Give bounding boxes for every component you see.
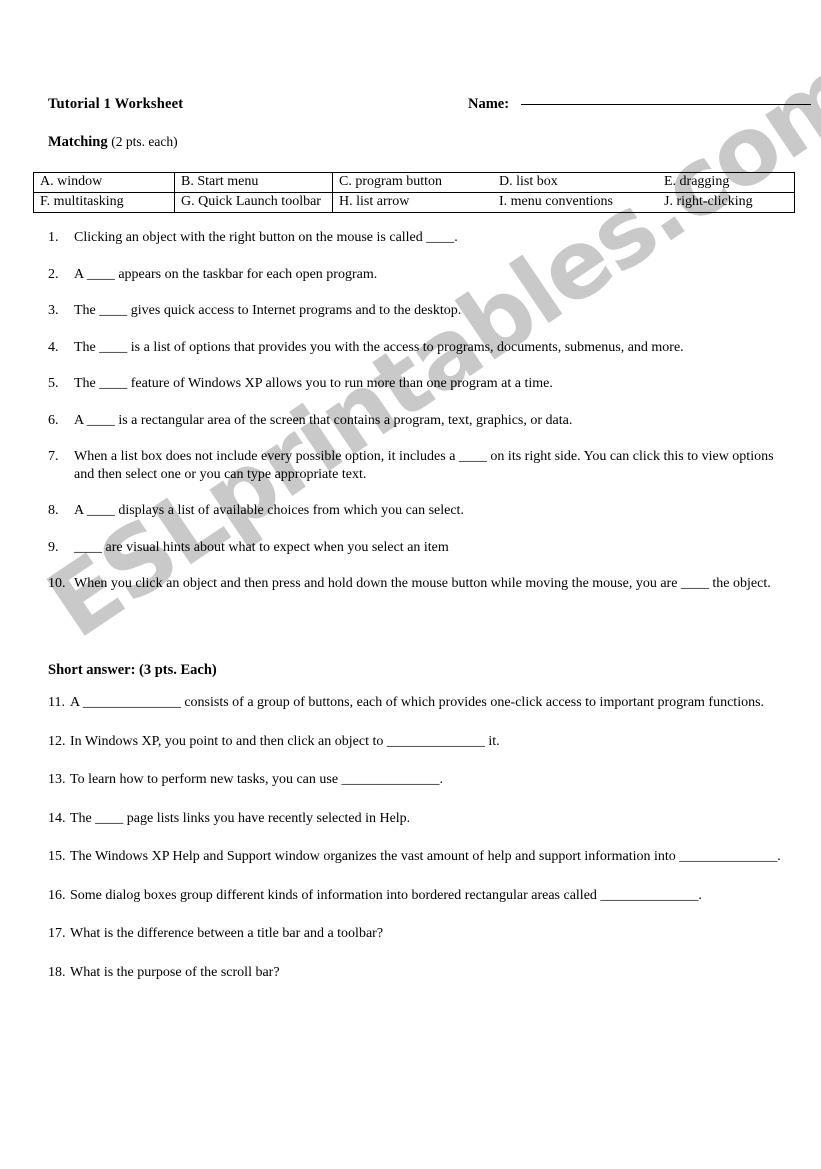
- short-answer-section-heading: Short answer: (3 pts. Each): [48, 662, 217, 678]
- name-label: Name:: [468, 96, 510, 112]
- short-answer-question-number: 18.: [48, 964, 66, 980]
- list-item: 6. A ____ is a rectangular area of the sc…: [48, 412, 788, 430]
- name-input-rule[interactable]: [521, 103, 812, 105]
- word-bank-cell-f: F. multitasking: [33, 192, 175, 213]
- matching-question-text: ____ are visual hints about what to expe…: [74, 539, 449, 555]
- list-item: 4. The ____ is a list of options that pro…: [48, 339, 788, 357]
- matching-question-number: 2.: [48, 266, 59, 282]
- word-bank-cell-a: A. window: [33, 172, 175, 193]
- list-item: 11. A ______________ consists of a group …: [48, 694, 788, 712]
- matching-question-text: The ____ feature of Windows XP allows yo…: [74, 376, 553, 391]
- short-answer-question-number: 13.: [48, 772, 66, 787]
- short-answer-question-text: Some dialog boxes group different kinds …: [70, 887, 702, 903]
- list-item: 3. The ____ gives quick access to Interne…: [48, 302, 788, 320]
- matching-section-heading: Matching (2 pts. each): [48, 134, 178, 151]
- matching-question-text: The ____ gives quick access to Internet …: [74, 303, 462, 318]
- short-answer-question-number: 11.: [48, 695, 65, 710]
- word-bank-group-row1: C. program button D. list box E. draggin…: [339, 174, 788, 191]
- word-bank-cell-i: I. menu conventions: [499, 194, 613, 209]
- list-item: 9. ____ are visual hints about what to ex…: [48, 539, 788, 557]
- matching-question-text: When you click an object and then press …: [74, 576, 771, 591]
- matching-question-number: 7.: [48, 449, 59, 464]
- word-bank-cell-e: E. dragging: [664, 174, 730, 189]
- matching-question-text: A ____ displays a list of available choi…: [74, 503, 464, 518]
- short-answer-question-text: A ______________ consists of a group of …: [70, 695, 765, 710]
- table-row: A. window B. Start menu C. program butto…: [33, 172, 795, 193]
- word-bank-cell-hij: H. list arrow I. menu conventions J. rig…: [332, 192, 795, 213]
- word-bank-cell-g: G. Quick Launch toolbar: [174, 192, 333, 213]
- list-item: 18. What is the purpose of the scroll bar…: [48, 964, 788, 982]
- word-bank-cell-h: H. list arrow: [339, 194, 410, 209]
- worksheet-page: ESLprintables.com Tutorial 1 Worksheet N…: [0, 0, 821, 1169]
- matching-question-text: The ____ is a list of options that provi…: [74, 339, 684, 355]
- matching-question-number: 8.: [48, 503, 59, 518]
- short-answer-question-text: What is the difference between a title b…: [70, 926, 384, 941]
- list-item: 10. When you click an object and then pre…: [48, 575, 788, 593]
- list-item: 5. The ____ feature of Windows XP allows …: [48, 375, 788, 393]
- word-bank-cell-b: B. Start menu: [174, 172, 333, 193]
- short-answer-question-number: 17.: [48, 926, 66, 941]
- short-answer-question-number: 16.: [48, 887, 66, 903]
- short-answer-question-number: 12.: [48, 733, 66, 749]
- word-bank-cell-cde: C. program button D. list box E. draggin…: [332, 172, 795, 193]
- short-answer-question-text: To learn how to perform new tasks, you c…: [70, 772, 444, 787]
- matching-question-number: 1.: [48, 230, 59, 245]
- table-row: F. multitasking G. Quick Launch toolbar …: [33, 192, 795, 213]
- word-bank-cell-c: C. program button: [339, 174, 443, 189]
- word-bank-cell-d: D. list box: [499, 174, 558, 189]
- list-item: 7. When a list box does not include every…: [48, 448, 788, 483]
- matching-question-text: A ____ appears on the taskbar for each o…: [74, 266, 378, 282]
- short-answer-question-list: 11. A ______________ consists of a group …: [48, 694, 788, 1002]
- word-bank-cell-j: J. right-clicking: [664, 194, 753, 209]
- short-answer-question-text: In Windows XP, you point to and then cli…: [70, 733, 500, 749]
- matching-heading-label: Matching: [48, 134, 108, 150]
- word-bank-table: A. window B. Start menu C. program butto…: [33, 172, 795, 213]
- document-header: Tutorial 1 Worksheet Name:: [48, 96, 812, 113]
- matching-question-number: 4.: [48, 339, 59, 355]
- matching-question-number: 9.: [48, 539, 59, 555]
- short-answer-question-number: 15.: [48, 849, 66, 864]
- short-answer-question-text: The Windows XP Help and Support window o…: [70, 849, 781, 864]
- list-item: 14. The ____ page lists links you have re…: [48, 810, 788, 828]
- matching-question-text: A ____ is a rectangular area of the scre…: [74, 412, 573, 428]
- matching-points-note: (2 pts. each): [111, 134, 178, 149]
- list-item: 13. To learn how to perform new tasks, yo…: [48, 771, 788, 789]
- list-item: 17. What is the difference between a titl…: [48, 925, 788, 943]
- matching-question-number: 10.: [48, 576, 66, 591]
- short-answer-question-text: The ____ page lists links you have recen…: [70, 810, 411, 826]
- page-title: Tutorial 1 Worksheet: [48, 96, 184, 112]
- short-answer-question-number: 14.: [48, 810, 66, 826]
- list-item: 8. A ____ displays a list of available ch…: [48, 502, 788, 520]
- name-field-group: Name:: [468, 96, 812, 113]
- list-item: 15. The Windows XP Help and Support windo…: [48, 848, 788, 866]
- matching-question-number: 3.: [48, 303, 59, 318]
- word-bank-group-row2: H. list arrow I. menu conventions J. rig…: [339, 194, 788, 211]
- matching-question-text: Clicking an object with the right button…: [74, 230, 458, 245]
- matching-question-text: When a list box does not include every p…: [74, 449, 774, 482]
- list-item: 12. In Windows XP, you point to and then …: [48, 733, 788, 751]
- list-item: 16. Some dialog boxes group different kin…: [48, 887, 788, 905]
- matching-question-number: 6.: [48, 412, 59, 428]
- short-answer-question-text: What is the purpose of the scroll bar?: [70, 964, 280, 980]
- list-item: 1. Clicking an object with the right butt…: [48, 229, 788, 247]
- matching-question-list: 1. Clicking an object with the right butt…: [48, 229, 788, 612]
- matching-question-number: 5.: [48, 376, 59, 391]
- list-item: 2. A ____ appears on the taskbar for each…: [48, 266, 788, 284]
